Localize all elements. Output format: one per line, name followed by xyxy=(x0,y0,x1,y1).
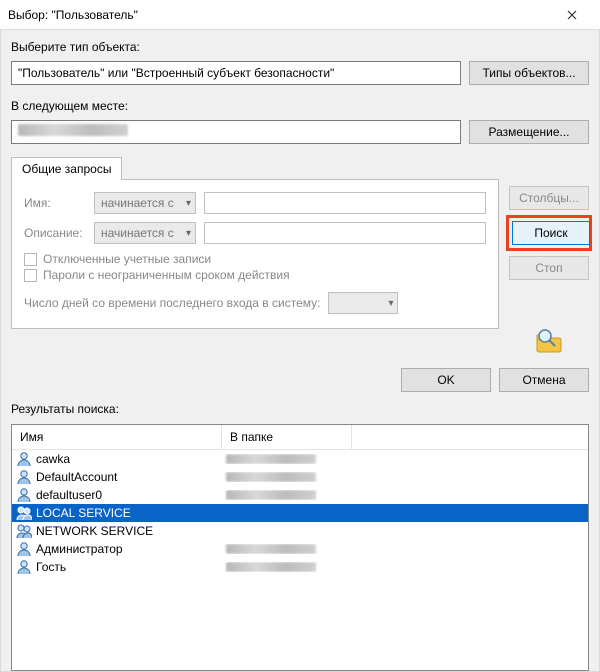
cancel-button[interactable]: Отмена xyxy=(499,368,589,392)
location-label: В следующем месте: xyxy=(11,99,589,113)
result-folder-cell xyxy=(222,454,352,464)
results-header: Имя В папке xyxy=(12,425,588,450)
result-name-cell: LOCAL SERVICE xyxy=(12,505,222,521)
result-row[interactable]: cawka xyxy=(12,450,588,468)
result-name: DefaultAccount xyxy=(36,470,117,484)
user-icon xyxy=(16,451,32,467)
window-title: Выбор: "Пользователь" xyxy=(8,8,552,22)
result-row[interactable]: Гость xyxy=(12,558,588,576)
disabled-accounts-label: Отключенные учетные записи xyxy=(43,252,211,266)
chevron-down-icon: ▾ xyxy=(186,198,191,209)
result-folder-cell xyxy=(222,472,352,482)
blurred-text xyxy=(226,544,316,554)
users-icon xyxy=(16,505,32,521)
result-row[interactable]: defaultuser0 xyxy=(12,486,588,504)
result-name: Гость xyxy=(36,560,66,574)
column-folder[interactable]: В папке xyxy=(222,425,352,449)
columns-button[interactable]: Столбцы... xyxy=(509,186,589,210)
name-input[interactable] xyxy=(204,192,486,214)
days-since-logon-label: Число дней со времени последнего входа в… xyxy=(24,296,320,310)
result-row[interactable]: NETWORK SERVICE xyxy=(12,522,588,540)
locations-button[interactable]: Размещение... xyxy=(469,120,589,144)
result-name-cell: Администратор xyxy=(12,541,222,557)
result-folder-cell xyxy=(222,490,352,500)
desc-label: Описание: xyxy=(24,226,86,240)
user-icon xyxy=(16,487,32,503)
object-type-field: "Пользователь" или "Встроенный субъект б… xyxy=(11,61,461,85)
close-button[interactable] xyxy=(552,1,592,29)
name-label: Имя: xyxy=(24,196,86,210)
location-field xyxy=(11,120,461,144)
find-now-button[interactable]: Поиск xyxy=(512,221,590,245)
chevron-down-icon: ▾ xyxy=(388,298,393,309)
result-name: Администратор xyxy=(36,542,123,556)
blurred-text xyxy=(226,472,316,482)
no-expire-label: Пароли с неограниченным сроком действия xyxy=(43,268,290,282)
result-name-cell: defaultuser0 xyxy=(12,487,222,503)
blurred-text xyxy=(18,124,128,136)
users-icon xyxy=(16,523,32,539)
user-icon xyxy=(16,541,32,557)
blurred-text xyxy=(226,562,316,572)
result-row[interactable]: Администратор xyxy=(12,540,588,558)
result-name-cell: cawka xyxy=(12,451,222,467)
stop-button[interactable]: Стоп xyxy=(509,256,589,280)
days-since-logon-combo[interactable]: ▾ xyxy=(328,292,398,314)
column-name[interactable]: Имя xyxy=(12,425,222,449)
result-name-cell: Гость xyxy=(12,559,222,575)
disabled-accounts-checkbox[interactable] xyxy=(24,253,37,266)
result-name: defaultuser0 xyxy=(36,488,102,502)
search-folder-icon xyxy=(531,326,567,354)
user-icon xyxy=(16,559,32,575)
result-folder-cell xyxy=(222,562,352,572)
user-icon xyxy=(16,469,32,485)
result-name-cell: NETWORK SERVICE xyxy=(12,523,222,539)
chevron-down-icon: ▾ xyxy=(186,228,191,239)
results-label: Результаты поиска: xyxy=(11,402,589,416)
tab-body: Имя: начинается с ▾ Описание: начинается… xyxy=(11,179,499,329)
result-name: NETWORK SERVICE xyxy=(36,524,153,538)
ok-button[interactable]: OK xyxy=(401,368,491,392)
close-icon xyxy=(567,10,577,20)
result-folder-cell xyxy=(222,544,352,554)
result-row[interactable]: DefaultAccount xyxy=(12,468,588,486)
name-match-combo[interactable]: начинается с ▾ xyxy=(94,192,196,214)
highlight-annotation: Поиск xyxy=(506,215,592,251)
results-listview[interactable]: Имя В папке cawka DefaultAccount defaultus… xyxy=(11,424,589,671)
result-name-cell: DefaultAccount xyxy=(12,469,222,485)
desc-match-combo[interactable]: начинается с ▾ xyxy=(94,222,196,244)
no-expire-checkbox[interactable] xyxy=(24,269,37,282)
object-type-label: Выберите тип объекта: xyxy=(11,40,589,54)
desc-input[interactable] xyxy=(204,222,486,244)
blurred-text xyxy=(226,490,316,500)
object-types-button[interactable]: Типы объектов... xyxy=(469,61,589,85)
result-name: cawka xyxy=(36,452,70,466)
tab-common-queries[interactable]: Общие запросы xyxy=(11,157,122,180)
result-row[interactable]: LOCAL SERVICE xyxy=(12,504,588,522)
result-name: LOCAL SERVICE xyxy=(36,506,131,520)
blurred-text xyxy=(226,454,316,464)
titlebar: Выбор: "Пользователь" xyxy=(0,0,600,30)
